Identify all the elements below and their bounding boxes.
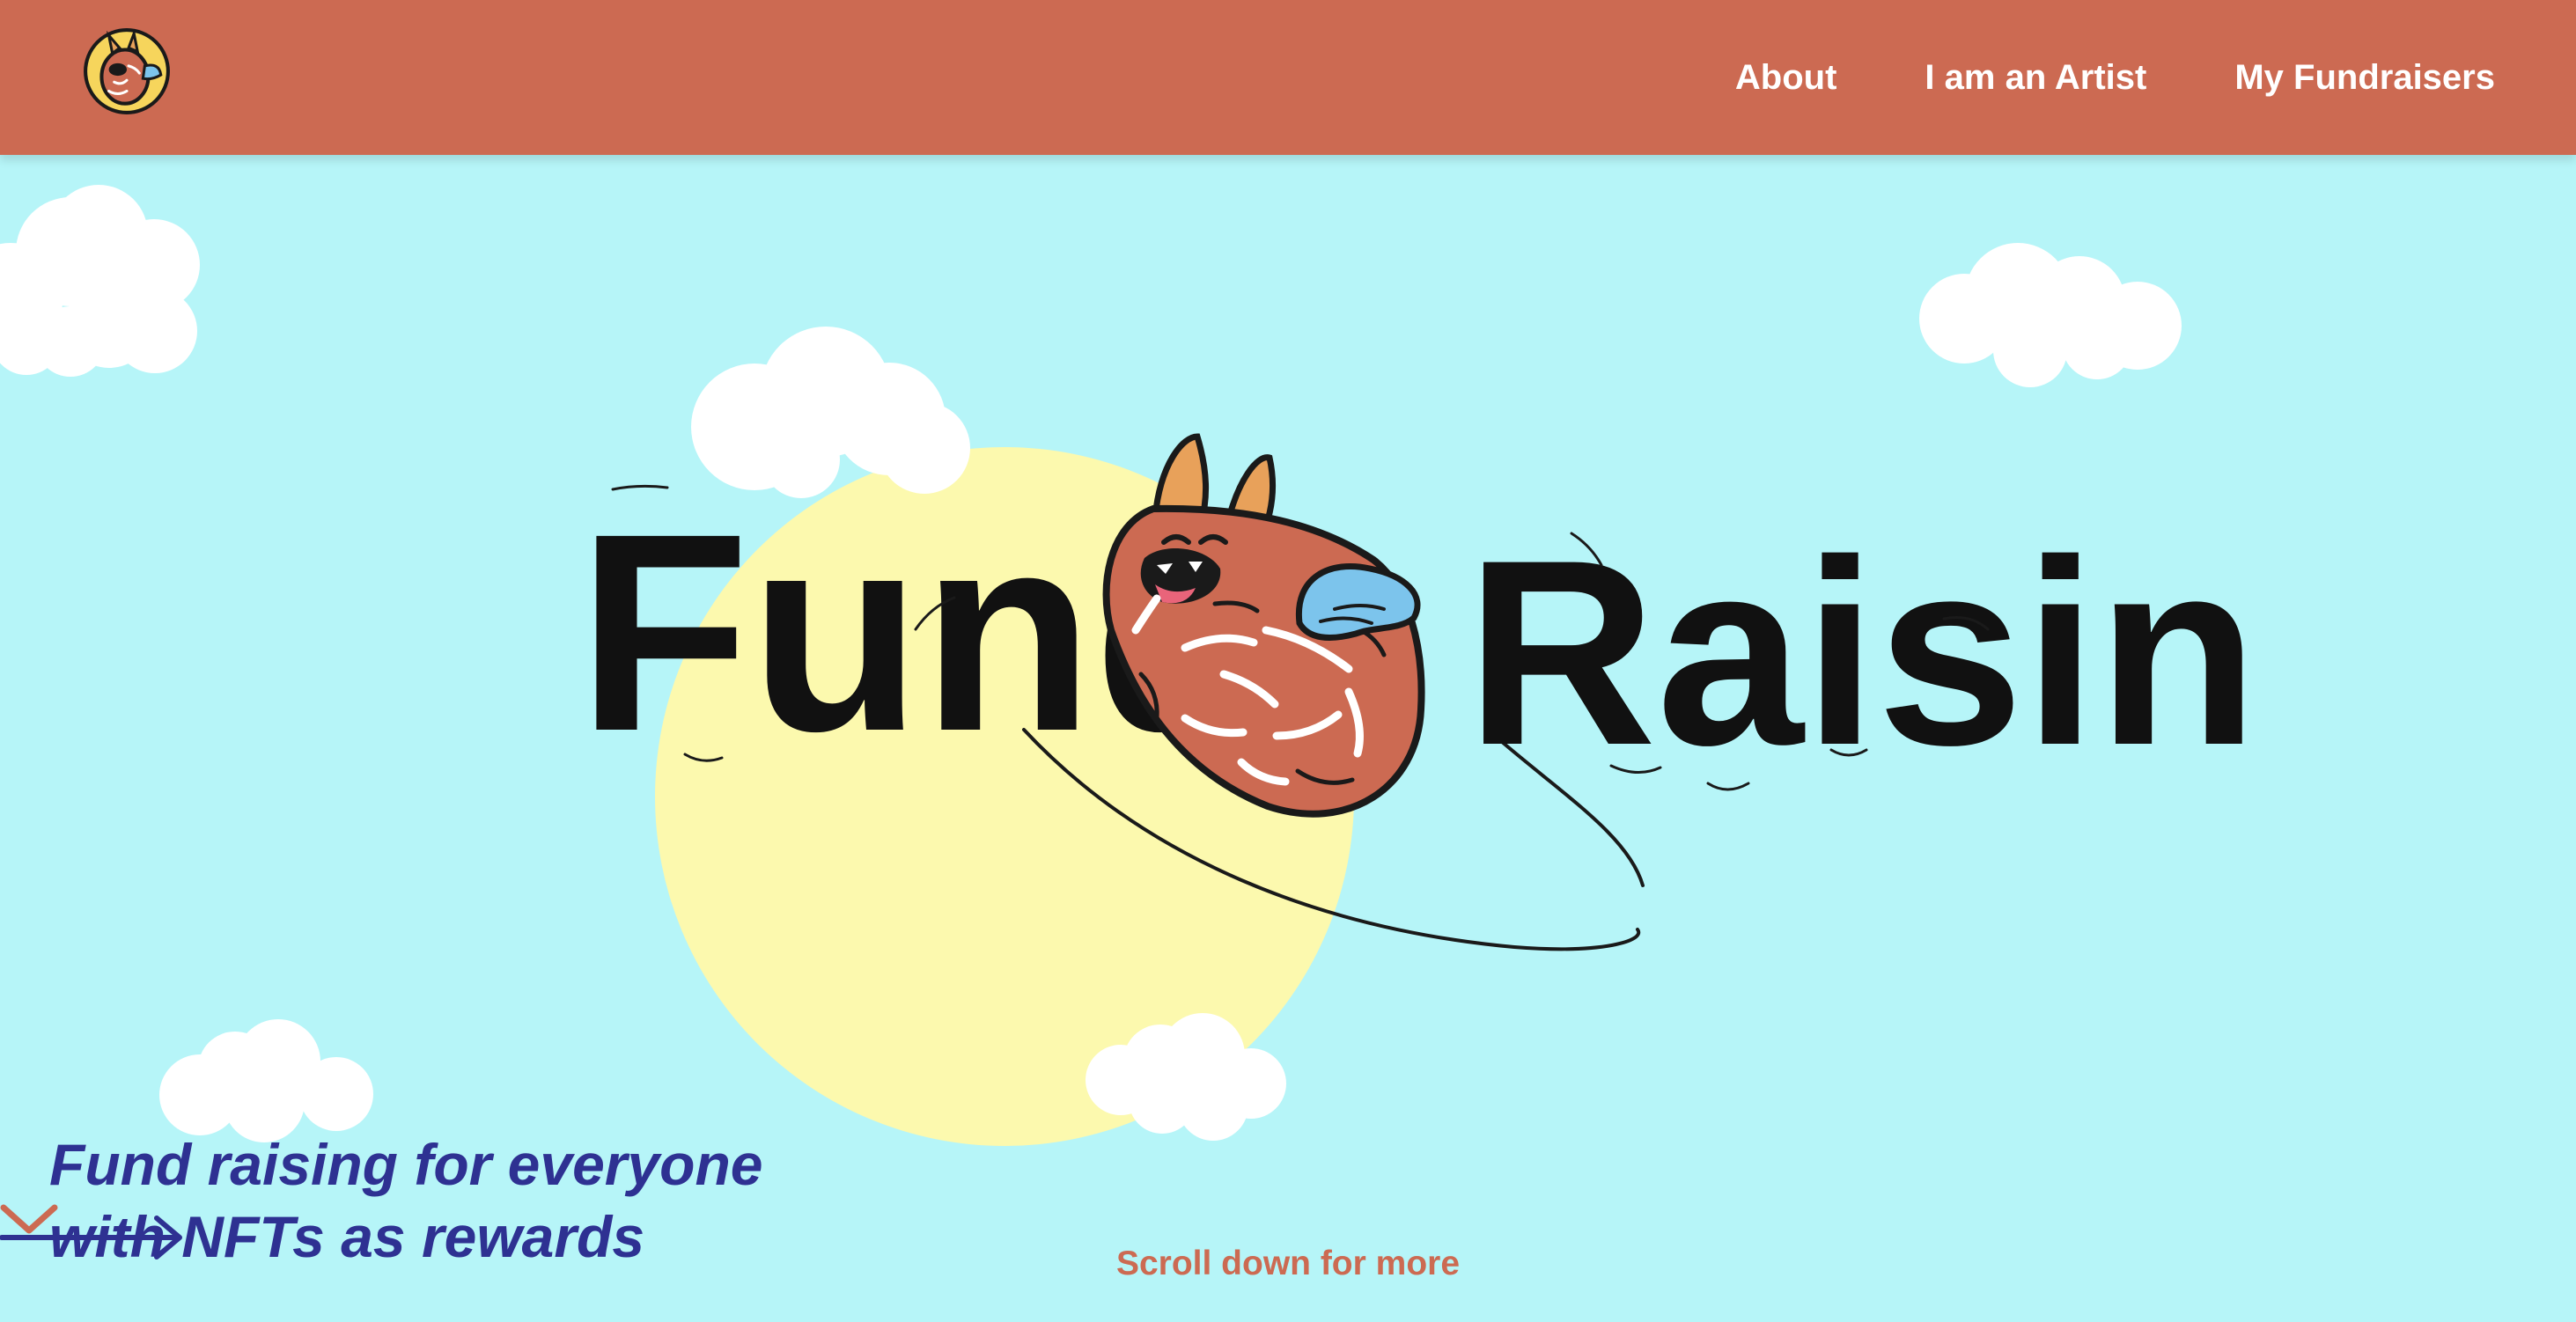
nav-link-about[interactable]: About [1735,58,1837,98]
wordmark-raisin: Raisin [1466,504,2258,800]
cloud-top-left [0,185,200,377]
nav-link-my-fundraisers[interactable]: My Fundraisers [2234,58,2495,98]
top-navbar: About I am an Artist My Fundraisers [0,0,2576,155]
cloud-top-right [1919,243,2182,387]
raisin-mascot-logo-icon[interactable] [82,26,172,116]
nav-link-artist[interactable]: I am an Artist [1925,58,2146,98]
cloud-upper-mid [691,327,970,498]
cloud-bottom-left [159,1019,373,1142]
scroll-down-hint[interactable]: Scroll down for more [1112,1245,1464,1283]
tagline-line-1: Fund raising for everyone [49,1132,763,1197]
chevron-down-icon[interactable] [0,1202,58,1238]
hero-section: Fund Raisin Fund raising for everyone wi… [0,155,2576,1322]
